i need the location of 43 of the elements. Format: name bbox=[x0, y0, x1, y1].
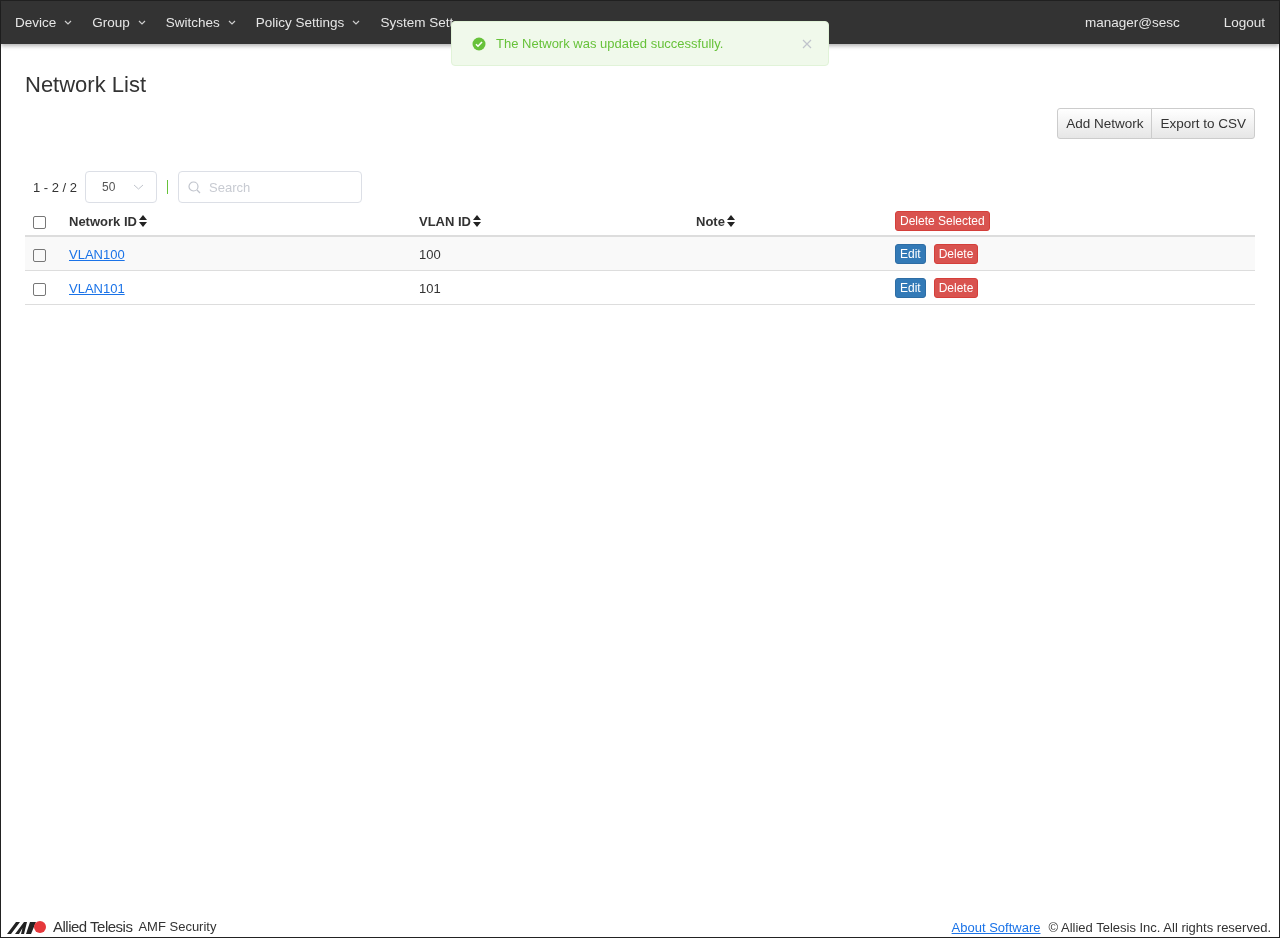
user-name: manager@sesc bbox=[1084, 15, 1180, 30]
sort-icon[interactable] bbox=[138, 214, 147, 227]
delete-button[interactable]: Delete bbox=[933, 278, 979, 298]
nav-menu[interactable]: Switches bbox=[165, 15, 236, 30]
product-name: AMF Security bbox=[138, 919, 217, 934]
copyright-text: © Allied Telesis Inc. All rights reserved. bbox=[1048, 920, 1271, 935]
caret-icon bbox=[137, 20, 146, 25]
caret-icon bbox=[352, 20, 361, 25]
check-circle-icon bbox=[472, 36, 486, 51]
table-cell: 100 bbox=[419, 246, 441, 262]
edit-button[interactable]: Edit bbox=[895, 278, 926, 298]
delete-selected-button[interactable]: Delete Selected bbox=[895, 211, 990, 231]
caret-icon bbox=[227, 20, 236, 25]
logout-link[interactable]: Logout bbox=[1223, 15, 1265, 30]
nav-menu[interactable]: Policy Settings bbox=[255, 15, 361, 30]
chevron-icon bbox=[133, 184, 145, 190]
table-cell: 101 bbox=[419, 280, 441, 296]
record-range: 1 - 2 / 2 bbox=[33, 179, 78, 195]
row-checkbox[interactable] bbox=[33, 282, 46, 296]
sort-icon[interactable] bbox=[473, 214, 481, 227]
edit-button[interactable]: Edit bbox=[895, 244, 926, 264]
page-size-select[interactable]: 50 bbox=[85, 171, 158, 203]
action-button[interactable]: Export to CSV bbox=[1151, 108, 1255, 139]
nav-menu[interactable]: Device bbox=[15, 15, 73, 30]
search-icon bbox=[188, 181, 202, 194]
sort-icon[interactable] bbox=[726, 214, 735, 227]
column-header[interactable]: Network ID bbox=[69, 213, 137, 229]
caret-icon bbox=[64, 20, 73, 25]
action-button[interactable]: Add Network bbox=[1057, 108, 1153, 139]
column-header[interactable]: Note bbox=[696, 213, 725, 229]
column-header[interactable]: VLAN ID bbox=[419, 213, 471, 229]
brand-name: Allied Telesis bbox=[53, 918, 133, 935]
nav-menu[interactable]: System Sett bbox=[380, 15, 454, 30]
page-title: Network List bbox=[25, 72, 148, 98]
network-link[interactable]: VLAN101 bbox=[69, 280, 125, 296]
row-checkbox[interactable] bbox=[33, 248, 46, 262]
select-all-checkbox[interactable] bbox=[33, 215, 46, 229]
toast-message: The Network was updated successfully. bbox=[496, 36, 725, 51]
nav-menu[interactable]: Group bbox=[92, 15, 146, 30]
delete-button[interactable]: Delete bbox=[933, 244, 979, 264]
about-link[interactable]: About Software bbox=[951, 920, 1041, 935]
logo-icon bbox=[7, 919, 47, 934]
network-link[interactable]: VLAN100 bbox=[69, 246, 125, 262]
